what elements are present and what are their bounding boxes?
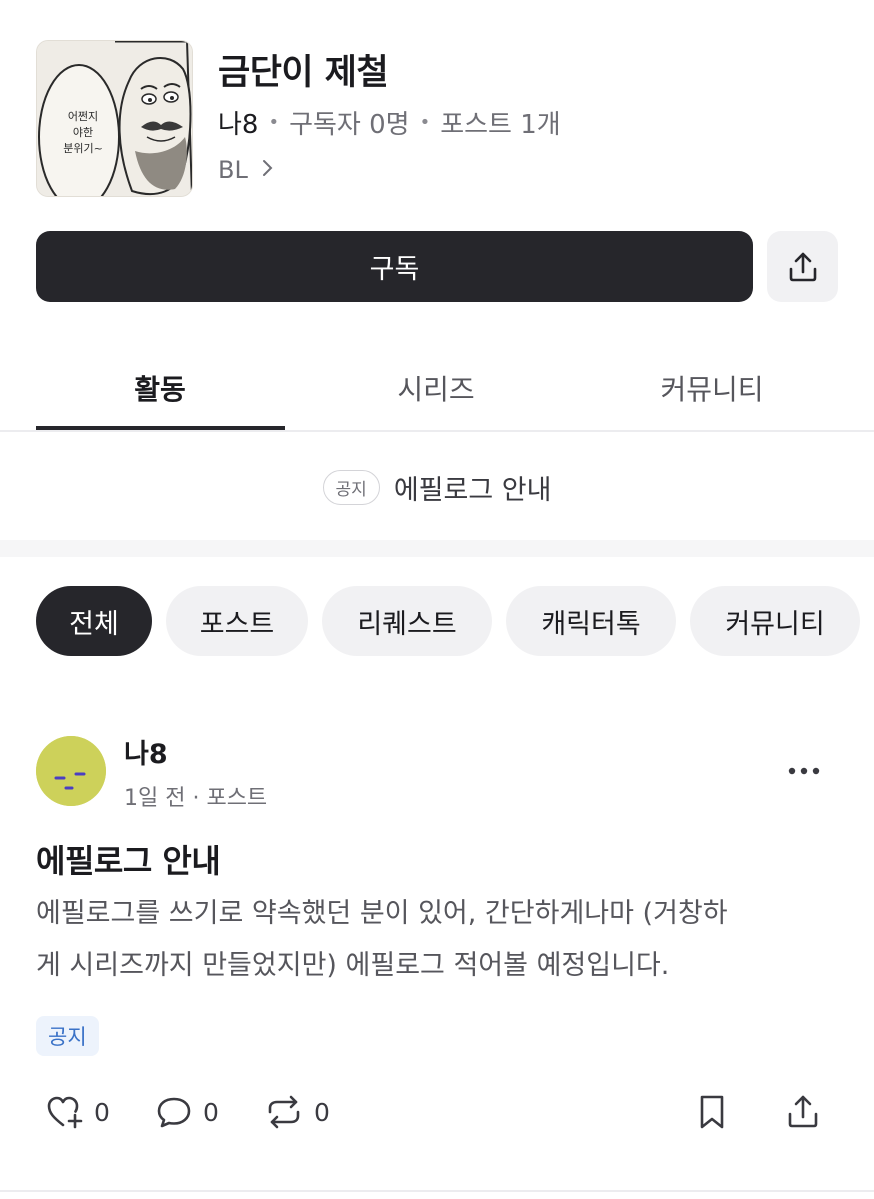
channel-meta: 나8 • 구독자 0명 • 포스트 1개 — [218, 104, 561, 141]
repost-count: 0 — [314, 1097, 330, 1127]
channel-cover-image: 어쩐지 야한 분위기~ — [36, 40, 193, 197]
share-icon — [788, 1095, 818, 1128]
channel-title: 금단이 제철 — [218, 53, 389, 93]
filter-chip-all[interactable]: 전체 — [36, 586, 152, 656]
share-icon — [789, 252, 816, 281]
post-body[interactable]: 에필로그를 쓰기로 약속했던 분이 있어, 간단하게나마 (거창하 게 시리즈까… — [36, 888, 846, 992]
separator-dot: • — [268, 112, 280, 133]
comment-count: 0 — [203, 1097, 219, 1127]
avatar-face — [36, 736, 106, 806]
repost-button[interactable]: 0 — [264, 1090, 330, 1134]
subscribe-button[interactable]: 구독 — [36, 231, 753, 302]
post-tag[interactable]: 공지 — [36, 1016, 99, 1056]
repost-icon — [268, 1095, 300, 1129]
post-count: 포스트 1개 — [440, 110, 561, 140]
post-share-button[interactable] — [785, 1090, 831, 1134]
filter-chip-request[interactable]: 리퀘스트 — [322, 586, 492, 656]
notice-badge: 공지 — [322, 469, 380, 505]
more-options-button[interactable] — [784, 756, 824, 786]
like-count: 0 — [94, 1097, 110, 1127]
heart-plus-icon — [47, 1096, 83, 1129]
bookmark-icon — [700, 1095, 724, 1129]
post-title[interactable]: 에필로그 안내 — [36, 836, 221, 882]
comment-button[interactable]: 0 — [155, 1090, 219, 1134]
filter-chip-community[interactable]: 커뮤니티 — [690, 586, 860, 656]
tab-divider — [0, 430, 874, 432]
channel-author[interactable]: 나8 — [218, 104, 258, 141]
filter-chip-character-talk[interactable]: 캐릭터톡 — [506, 586, 676, 656]
bookmark-button[interactable] — [694, 1090, 740, 1134]
filter-chip-post[interactable]: 포스트 — [166, 586, 308, 656]
tab-activity[interactable]: 활동 — [15, 368, 305, 408]
tab-series[interactable]: 시리즈 — [291, 368, 581, 408]
post-author-name[interactable]: 나8 — [124, 732, 168, 771]
chevron-right-icon — [262, 158, 274, 183]
section-divider — [0, 540, 874, 557]
genre-link[interactable]: BL — [218, 156, 274, 184]
tab-community[interactable]: 커뮤니티 — [567, 368, 857, 408]
more-horizontal-icon — [788, 767, 820, 775]
subscriber-count: 구독자 0명 — [289, 110, 410, 140]
like-button[interactable]: 0 — [46, 1090, 110, 1134]
comment-icon — [157, 1097, 191, 1128]
post-divider — [0, 1190, 874, 1192]
share-button[interactable] — [767, 231, 838, 302]
notice-banner[interactable]: 공지 에필로그 안내 — [0, 464, 874, 510]
post-body-line: 게 시리즈까지 만들었지만) 에필로그 적어볼 예정입니다. — [36, 950, 670, 981]
genre-label: BL — [218, 156, 248, 184]
post-meta: 1일 전 · 포스트 — [124, 786, 268, 811]
post-body-line: 에필로그를 쓰기로 약속했던 분이 있어, 간단하게나마 (거창하 — [36, 898, 728, 929]
separator-dot: • — [419, 112, 431, 133]
avatar[interactable] — [36, 736, 106, 806]
notice-text: 에필로그 안내 — [393, 474, 552, 506]
cover-speech-text: 어쩐지 야한 분위기~ — [63, 110, 103, 155]
